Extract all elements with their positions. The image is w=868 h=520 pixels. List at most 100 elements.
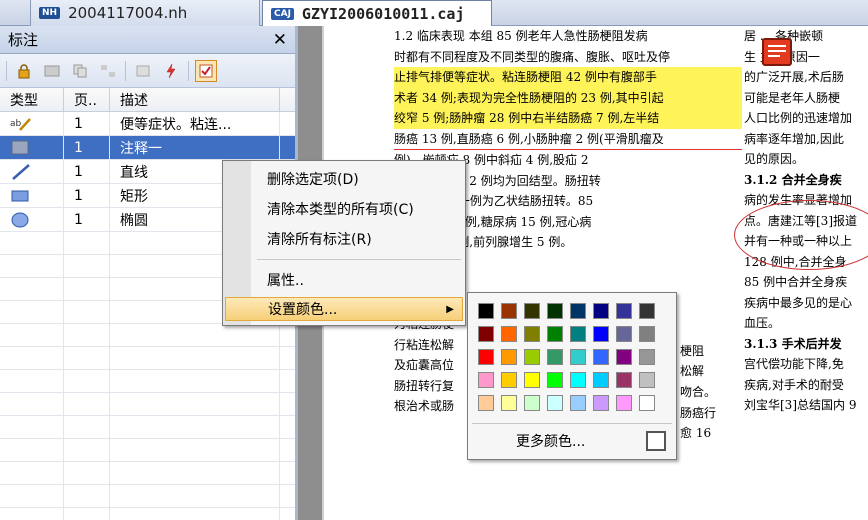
menu-item-properties[interactable]: 属性.. (267, 268, 304, 292)
caj-file-icon: CAJ (271, 7, 294, 20)
layout-icon[interactable] (97, 60, 119, 82)
panel-title: 标注 (8, 31, 39, 49)
note-icon (10, 140, 32, 156)
color-swatch[interactable] (639, 303, 655, 319)
submenu-arrow-icon: ▶ (446, 303, 454, 315)
color-swatch[interactable] (524, 349, 540, 365)
text-line: 疾病,对手术的耐受 (744, 377, 844, 392)
color-swatch[interactable] (478, 326, 494, 342)
color-swatch[interactable] (570, 372, 586, 388)
color-picker-submenu: 更多颜色... (467, 292, 677, 460)
checklist-icon[interactable] (195, 59, 217, 82)
color-swatch[interactable] (593, 303, 609, 319)
tab-caj-document[interactable]: CAJ GZYI2006010011.caj (262, 0, 492, 26)
empty-row (0, 508, 295, 520)
row-page: 1 (64, 208, 110, 231)
empty-row (0, 439, 295, 462)
panel-title-bar: 标注 ✕ (0, 26, 295, 54)
table-row[interactable]: 1 注释一 (0, 136, 295, 160)
color-swatch[interactable] (616, 303, 632, 319)
menu-item-clear-all[interactable]: 清除所有标注(R) (267, 227, 372, 251)
copy-icon[interactable] (69, 60, 91, 82)
text-line: 见的原因。 (744, 152, 805, 166)
rectangle-icon (10, 188, 32, 204)
color-swatch[interactable] (478, 372, 494, 388)
svg-text:ab: ab (10, 119, 22, 129)
color-swatch[interactable] (524, 303, 540, 319)
note-annotation-icon[interactable] (762, 38, 792, 66)
lock-icon[interactable] (13, 60, 35, 82)
menu-item-delete-selected[interactable]: 删除选定项(D) (267, 167, 359, 191)
color-swatch[interactable] (570, 395, 586, 411)
color-swatch[interactable] (639, 372, 655, 388)
color-swatch[interactable] (570, 326, 586, 342)
color-swatch[interactable] (547, 372, 563, 388)
text-line: 1.2 临床表现 本组 85 例老年人急性肠梗阻发病 (394, 29, 648, 43)
lightning-icon[interactable] (160, 60, 182, 82)
menu-separator (257, 259, 461, 260)
tab-nh-document[interactable]: NH 2004117004.nh (30, 0, 260, 26)
text-line: 人口比例的迅速增加 (744, 111, 853, 125)
color-swatch[interactable] (524, 326, 540, 342)
text-line: 病率逐年增加,因此 (744, 131, 844, 146)
color-swatch[interactable] (570, 349, 586, 365)
annotation-table-header: 类型 页.. 描述 (0, 88, 295, 112)
empty-row (0, 462, 295, 485)
color-swatch[interactable] (478, 395, 494, 411)
close-icon[interactable]: ✕ (273, 30, 287, 50)
color-swatch[interactable] (478, 303, 494, 319)
color-swatch[interactable] (593, 326, 609, 342)
text-fragment: 吻合。 (680, 385, 717, 399)
column-description[interactable]: 描述 (110, 88, 280, 111)
row-page: 1 (64, 112, 110, 135)
table-row[interactable]: ab 1 便等症状。粘连... (0, 112, 295, 136)
column-type[interactable]: 类型 (0, 88, 64, 111)
color-swatch[interactable] (593, 372, 609, 388)
color-swatch[interactable] (547, 326, 563, 342)
menu-item-clear-type[interactable]: 清除本类型的所有项(C) (267, 197, 414, 221)
color-swatch[interactable] (616, 372, 632, 388)
text-line: 肠癌 13 例,直肠癌 6 例,小肠肿瘤 2 例(平滑肌瘤及 (394, 129, 742, 150)
color-swatch[interactable] (524, 372, 540, 388)
text-line: 绞窄 5 例;肠肿瘤 28 例中右半结肠癌 7 例,左半结 (394, 108, 742, 129)
color-swatch[interactable] (593, 349, 609, 365)
color-swatch[interactable] (616, 349, 632, 365)
color-swatch[interactable] (478, 349, 494, 365)
row-page: 1 (64, 136, 110, 159)
color-swatch[interactable] (616, 395, 632, 411)
empty-row (0, 324, 295, 347)
empty-row (0, 485, 295, 508)
menu-separator (472, 423, 672, 424)
document-tab-strip: NH 2004117004.nh CAJ GZYI2006010011.caj (0, 0, 868, 26)
color-swatch[interactable] (547, 349, 563, 365)
color-swatch[interactable] (639, 326, 655, 342)
text-line: 术者 34 例;表现为完全性肠梗阻的 23 例,其中引起 (394, 87, 742, 108)
image-icon[interactable] (41, 60, 63, 82)
color-swatch[interactable] (501, 303, 517, 319)
color-swatch[interactable] (593, 395, 609, 411)
color-swatch[interactable] (616, 326, 632, 342)
annotation-toolbar (0, 54, 295, 88)
color-swatch[interactable] (501, 326, 517, 342)
more-colors-button[interactable]: 更多颜色... (516, 431, 585, 451)
color-swatch[interactable] (501, 349, 517, 365)
color-swatch[interactable] (570, 303, 586, 319)
text-line: 止排气排便等症状。粘连肠梗阻 42 例中有腹部手 (394, 67, 742, 88)
toolbar-separator (188, 60, 189, 81)
text-fragment: 松解 (680, 364, 705, 378)
color-swatch[interactable] (501, 372, 517, 388)
color-swatch[interactable] (639, 395, 655, 411)
color-swatch[interactable] (639, 349, 655, 365)
color-swatch[interactable] (524, 395, 540, 411)
nh-file-icon: NH (39, 7, 61, 19)
column-page[interactable]: 页.. (64, 88, 110, 111)
row-page: 1 (64, 160, 110, 183)
color-swatch[interactable] (547, 303, 563, 319)
color-swatch[interactable] (501, 395, 517, 411)
text-line: 刘宝华[3]总结国内 9 (744, 398, 857, 412)
menu-item-set-color[interactable]: 设置颜色... ▶ (225, 297, 463, 321)
text-highlight-icon: ab (10, 116, 32, 132)
color-swatch[interactable] (547, 395, 563, 411)
list-icon[interactable] (132, 60, 154, 82)
current-color-preview[interactable] (646, 431, 666, 451)
